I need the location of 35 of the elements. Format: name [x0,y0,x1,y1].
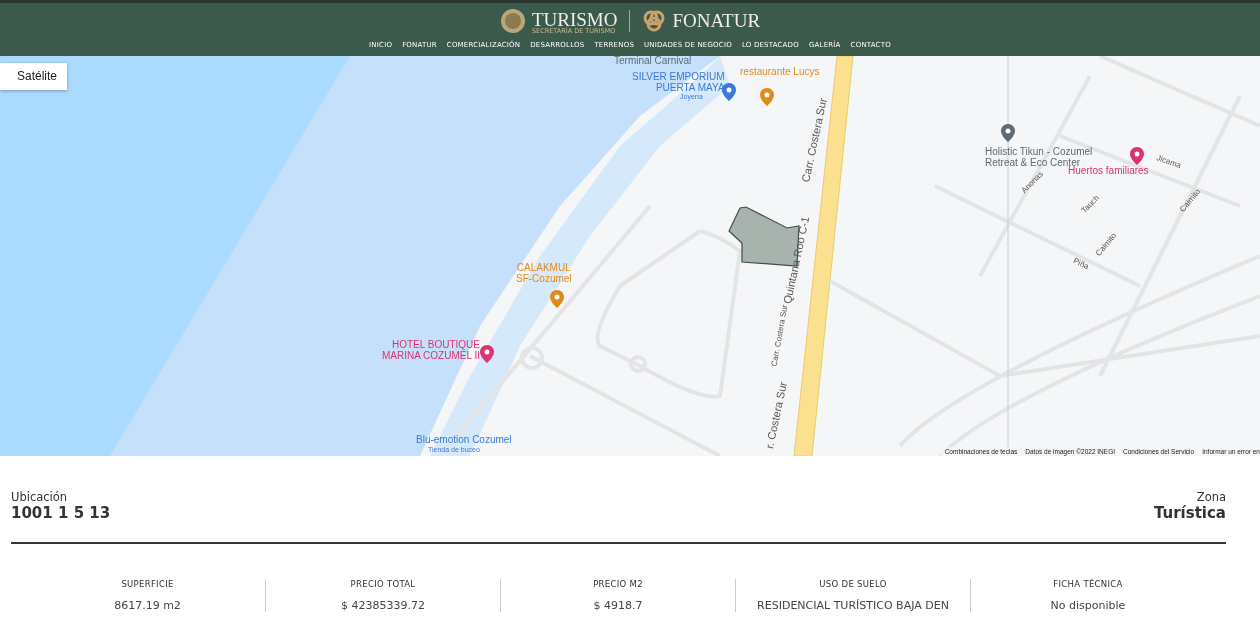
map-place-label[interactable]: Holistic Tikun - Cozumel Retreat & Eco Center [985,146,1093,168]
spec-label: FICHA TÉCNICA [1053,579,1123,589]
street-label: Carr. Costera Sur [799,97,829,184]
map-pin-icon[interactable] [1001,124,1015,142]
map-pin-icon[interactable] [760,88,774,106]
brand-name: FONATUR [672,10,761,32]
map-place-label[interactable]: Huertos familiares [1068,165,1149,176]
spec-label: USO DE SUELO [819,579,887,589]
street-label: Quintana Roo C-1 [781,215,812,305]
street-label: Jicama [1155,153,1183,171]
street-label: Piña [1071,256,1091,272]
satellite-button[interactable]: Satélite [0,63,68,90]
spec-label: PRECIO TOTAL [350,579,416,589]
location-value: 1001 1 5 13 [11,504,111,522]
map-place-label[interactable]: SILVER EMPORIUM PUERTA MAYA [632,71,725,93]
spec-label: PRECIO M2 [593,579,643,589]
zone-label: Zona [1196,490,1226,504]
street-label: Carr. Costera Sur [769,304,790,367]
spec-value: 8617.19 m2 [114,599,181,612]
spec-label: SUPERFICIE [121,579,174,589]
location-label: Ubicación [11,490,69,504]
map-place-label[interactable]: Blu-emotion Cozumel [416,434,512,445]
map-pin-icon[interactable] [480,345,494,363]
map-pin-icon[interactable] [550,290,564,308]
spec-value: $ 42385339.72 [341,599,425,612]
knot-logo-icon [642,9,667,33]
map-pin-icon[interactable] [722,83,736,101]
map-pin-icon[interactable] [1130,147,1144,165]
spec-value: $ 4918.7 [593,599,643,612]
emblem-icon [499,8,526,34]
zone-value: Turística [1153,504,1226,522]
street-label: r. Costera Sur [763,380,789,450]
spec-value: No disponible [1050,599,1126,612]
map-place-label[interactable]: Terminal Carnival [614,56,692,66]
spec-value: RESIDENCIAL TURÍSTICO BAJA DEN [757,599,949,612]
